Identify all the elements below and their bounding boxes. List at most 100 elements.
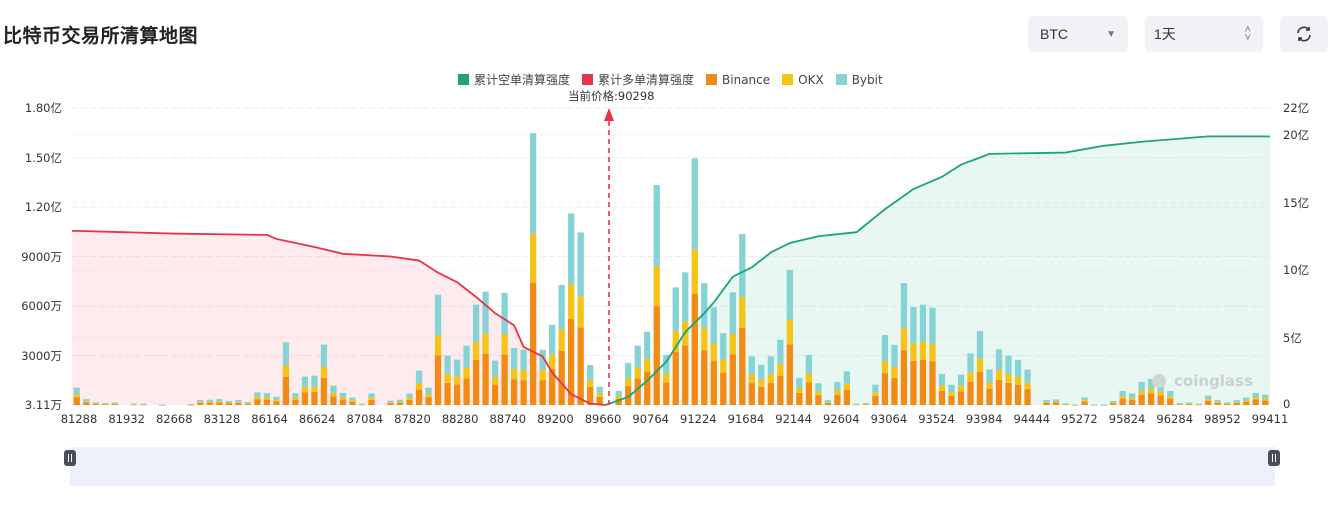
bybit-bar — [1186, 402, 1193, 404]
okx-bar — [425, 394, 432, 398]
binance-bar — [900, 350, 908, 405]
bybit-bar — [1100, 404, 1107, 406]
x-axis-tick: 95272 — [1061, 412, 1098, 426]
bybit-bar — [634, 345, 641, 368]
binance-bar — [415, 389, 423, 405]
bybit-bar — [834, 382, 841, 391]
x-axis-tick: 88740 — [489, 412, 527, 426]
binance-bar — [872, 395, 879, 405]
okx-bar — [1224, 403, 1231, 405]
okx-bar — [796, 387, 803, 393]
binance-bar — [320, 377, 328, 405]
bybit-bar — [406, 393, 413, 398]
right-axis-tick: 20亿 — [1283, 128, 1310, 142]
x-axis-tick: 92144 — [775, 412, 812, 426]
x-axis-tick: 93524 — [918, 412, 955, 426]
bybit-bar — [862, 403, 870, 404]
binance-bar — [720, 372, 727, 405]
x-axis-tick: 89200 — [537, 412, 574, 426]
binance-bar — [73, 397, 80, 405]
okx-bar — [549, 354, 556, 369]
bybit-bar — [73, 387, 80, 395]
okx-bar — [349, 400, 356, 402]
okx-bar — [1186, 403, 1193, 405]
okx-bar — [102, 403, 109, 405]
okx-bar — [881, 360, 889, 374]
okx-bar — [1128, 397, 1136, 400]
binance-bar — [758, 386, 765, 405]
x-axis-tick: 87820 — [394, 412, 431, 426]
binance-bar — [263, 399, 271, 405]
bybit-bar — [558, 285, 565, 330]
x-axis-tick: 91224 — [680, 412, 717, 426]
binance-bar — [311, 391, 318, 405]
binance-bar — [339, 399, 347, 405]
binance-bar — [406, 399, 413, 405]
coinglass-logo-icon — [1152, 374, 1166, 388]
binance-bar — [1138, 394, 1145, 405]
binance-bar — [225, 403, 233, 405]
okx-bar — [834, 390, 841, 395]
bybit-bar — [758, 364, 765, 380]
bybit-bar — [1014, 359, 1022, 377]
okx-bar — [1005, 373, 1012, 383]
x-axis-tick: 81932 — [108, 412, 145, 426]
bybit-bar — [216, 399, 223, 402]
bybit-bar — [1205, 395, 1212, 400]
binance-bar — [834, 394, 841, 405]
bybit-bar — [444, 355, 451, 374]
binance-bar — [653, 306, 660, 405]
bybit-bar — [301, 376, 309, 388]
binance-bar — [1243, 401, 1250, 405]
binance-bar — [1148, 393, 1155, 405]
binance-bar — [919, 359, 927, 405]
okx-bar — [453, 376, 461, 385]
bybit-bar — [1195, 403, 1202, 405]
okx-bar — [1043, 401, 1050, 403]
x-axis-tick: 98952 — [1204, 412, 1241, 426]
bybit-bar — [957, 374, 965, 386]
okx-bar — [311, 386, 318, 392]
bybit-bar — [919, 304, 927, 342]
bybit-bar — [615, 390, 622, 397]
bybit-bar — [625, 362, 632, 379]
x-axis-tick: 86624 — [298, 412, 336, 426]
okx-bar — [406, 397, 413, 400]
bybit-bar — [140, 403, 147, 405]
okx-bar — [1157, 391, 1164, 396]
okx-bar — [976, 358, 984, 372]
x-axis-tick: 94444 — [1013, 412, 1051, 426]
binance-bar — [891, 377, 898, 405]
bybit-bar — [1167, 390, 1174, 397]
x-axis-tick: 92604 — [822, 412, 860, 426]
binance-bar — [501, 354, 508, 405]
bybit-bar — [187, 404, 194, 405]
binance-bar — [1233, 402, 1240, 405]
binance-bar — [282, 376, 290, 405]
okx-bar — [339, 397, 347, 400]
bybit-bar — [748, 356, 755, 375]
liquidation-chart — [64, 107, 1280, 486]
x-axis-tick: 96284 — [1156, 412, 1194, 426]
bybit-bar — [710, 307, 717, 344]
binance-bar — [910, 360, 917, 405]
slider-handle-right[interactable] — [1268, 450, 1280, 466]
okx-bar — [225, 402, 233, 404]
slider-handle-left[interactable] — [64, 450, 76, 466]
binance-bar — [216, 402, 223, 405]
right-axis-tick: 10亿 — [1283, 263, 1310, 277]
bybit-bar — [225, 401, 233, 403]
okx-bar — [767, 374, 774, 384]
okx-bar — [910, 343, 917, 361]
okx-bar — [111, 403, 118, 405]
okx-bar — [1243, 400, 1250, 402]
bybit-bar — [1090, 404, 1098, 406]
bybit-bar — [1262, 394, 1269, 399]
okx-bar — [539, 370, 546, 381]
okx-bar — [216, 401, 223, 403]
bybit-bar — [197, 400, 204, 402]
okx-bar — [625, 378, 632, 387]
bybit-bar — [1138, 382, 1145, 391]
okx-bar — [491, 377, 499, 386]
binance-bar — [330, 396, 337, 405]
